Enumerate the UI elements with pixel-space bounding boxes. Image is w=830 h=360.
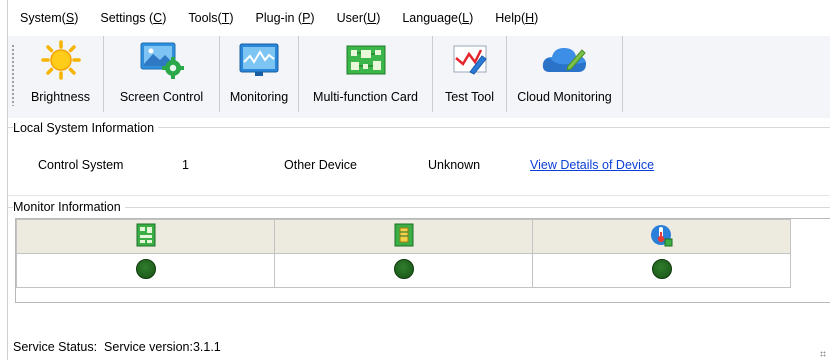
brightness-label: Brightness [30, 90, 91, 104]
temperature-icon [650, 225, 672, 247]
menu-help[interactable]: Help(H) [495, 11, 538, 25]
service-version: Service version:3.1.1 [104, 340, 221, 354]
test-tool-icon [450, 39, 490, 81]
screen-control-label: Screen Control [119, 90, 204, 104]
sun-icon [40, 39, 81, 81]
local-system-title: Local System Information [13, 121, 159, 135]
view-device-details-link[interactable]: View Details of Device [530, 158, 654, 172]
monitor-col-receiving-card[interactable] [16, 219, 275, 254]
toolbar-grip[interactable] [8, 36, 18, 118]
screen-control-button[interactable]: Screen Control [104, 36, 220, 112]
local-system-bottom-line [8, 195, 830, 196]
menu-system[interactable]: System(S) [20, 11, 78, 25]
monitor-table-container [15, 218, 830, 303]
cloud-icon [540, 39, 590, 81]
monitor-col-sending-card[interactable] [274, 219, 533, 254]
monitor-col-temperature[interactable] [532, 219, 791, 254]
window-resize-grip[interactable] [820, 351, 826, 357]
menu-language[interactable]: Language(L) [402, 11, 473, 25]
other-device-value: Unknown [428, 158, 481, 172]
temperature-status-indicator [651, 259, 672, 279]
sending-card-status-indicator [393, 259, 414, 279]
menu-settings[interactable]: Settings (C) [100, 11, 166, 25]
receiving-card-status-indicator [135, 259, 156, 279]
menu-plug-in[interactable]: Plug-in (P) [256, 11, 315, 25]
circuit-card-icon [345, 39, 387, 81]
menu-tools[interactable]: Tools(T) [188, 11, 233, 25]
other-device-label: Other Device [284, 158, 357, 172]
service-status-label: Service Status: [13, 340, 98, 354]
menu-user[interactable]: User(U) [337, 11, 381, 25]
test-tool-button[interactable]: Test Tool [433, 36, 507, 112]
receiving-card-icon [136, 223, 155, 247]
cloud-monitoring-button[interactable]: Cloud Monitoring [507, 36, 623, 112]
screen-control-icon [139, 39, 185, 81]
toolbar: Brightness Screen Control Monitoring Mul… [8, 36, 830, 118]
receiving-card-status-cell [16, 253, 275, 288]
menu-bar: System(S) Settings (C) Tools(T) Plug-in … [8, 0, 830, 36]
monitoring-button[interactable]: Monitoring [220, 36, 299, 112]
sending-card-icon [394, 223, 413, 247]
control-system-label: Control System [38, 158, 124, 172]
brightness-button[interactable]: Brightness [18, 36, 104, 112]
control-system-value: 1 [182, 158, 189, 172]
monitoring-icon [238, 39, 280, 81]
sending-card-status-cell [274, 253, 533, 288]
test-tool-label: Test Tool [444, 90, 495, 104]
monitor-table [16, 219, 791, 288]
monitor-info-title: Monitor Information [13, 200, 125, 214]
cloud-monitoring-label: Cloud Monitoring [517, 90, 612, 104]
temperature-status-cell [532, 253, 791, 288]
status-bar: Service Status: Service version:3.1.1 [13, 340, 221, 354]
monitor-info-divider [8, 207, 830, 208]
monitoring-label: Monitoring [229, 90, 289, 104]
multi-function-card-label: Multi-function Card [313, 90, 418, 104]
monitor-header-row [16, 219, 791, 254]
monitor-status-row [16, 253, 791, 288]
multi-function-card-button[interactable]: Multi-function Card [299, 36, 433, 112]
